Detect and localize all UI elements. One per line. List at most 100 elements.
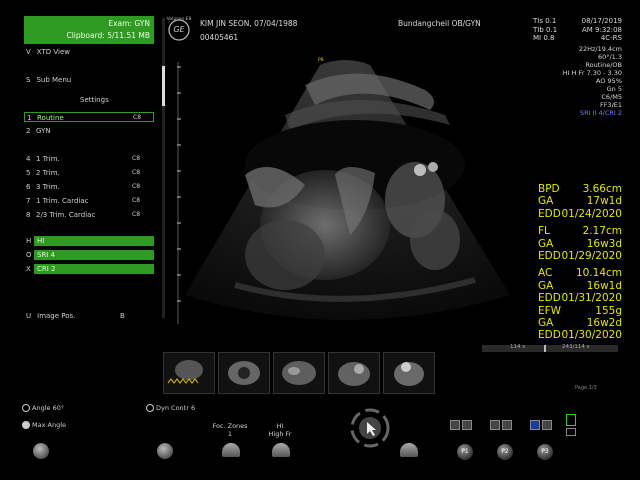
toggle-key: X xyxy=(26,265,31,273)
menu-label: 2/3 Trim. Cardiac xyxy=(36,211,96,219)
dyn-contrast-knob[interactable] xyxy=(157,443,173,459)
angle-label: Angle 60° xyxy=(32,404,65,412)
meas-value: 16w3d xyxy=(586,237,622,250)
param: Routine/OB xyxy=(585,61,622,69)
focus-zones-value: 1 xyxy=(227,430,233,438)
meas-label: GA xyxy=(538,279,554,292)
image-pos-value: B xyxy=(120,312,125,320)
toggle-sri[interactable]: O SRI 4 xyxy=(26,250,154,260)
scrollbar-thumb[interactable] xyxy=(162,66,165,106)
p2-button[interactable]: P2 xyxy=(497,444,513,460)
hi-value: High Fr xyxy=(268,430,292,438)
measurement-row: EDD 01/30/2020 xyxy=(538,329,622,341)
menu-item-gyn[interactable]: 2 GYN xyxy=(24,126,154,136)
meas-value: 16w2d xyxy=(586,317,622,330)
measurement-row: EDD 01/24/2020 xyxy=(538,208,622,220)
focus-zones-label: Foc. Zones xyxy=(212,422,248,430)
p1-button[interactable]: P1 xyxy=(457,444,473,460)
ultrasound-image[interactable] xyxy=(175,55,535,330)
menu-value: C8 xyxy=(132,169,141,176)
measurement-row: EDD 01/31/2020 xyxy=(538,292,622,304)
save-icon[interactable] xyxy=(542,420,552,430)
save-icon[interactable] xyxy=(502,420,512,430)
meas-label: GA xyxy=(538,237,554,250)
toggle-label: CRI 2 xyxy=(37,265,56,273)
dyn-contrast-label: Dyn Contr 6 xyxy=(156,404,196,412)
battery-icon xyxy=(566,414,576,426)
save-icon[interactable] xyxy=(462,420,472,430)
menu-value: C8 xyxy=(132,211,141,218)
image-pos-item[interactable]: U Image Pos. xyxy=(26,312,75,320)
print-icon[interactable] xyxy=(450,420,460,430)
toggle-cri[interactable]: X CRI 2 xyxy=(26,264,154,274)
cine-bar[interactable]: 114 s 243/114 s xyxy=(482,344,618,352)
menu-item-routine[interactable]: 1 Routine C8 xyxy=(24,112,154,122)
param: C6/M5 xyxy=(601,93,622,101)
update-button[interactable] xyxy=(400,443,418,457)
toggle-hi[interactable]: H HI xyxy=(26,236,154,246)
settings-heading: Settings xyxy=(80,96,109,104)
meas-value: 01/31/2020 xyxy=(561,292,622,305)
archive-icon[interactable] xyxy=(530,420,540,430)
sub-menu-item[interactable]: S Sub Menu xyxy=(26,76,71,84)
measurement-row: AC 10.14cm xyxy=(538,267,622,279)
hi-control[interactable]: HI High Fr xyxy=(262,422,298,438)
measurement-row: FL 2.17cm xyxy=(538,225,622,237)
patient-id: 00405461 xyxy=(200,33,239,42)
dyn-contrast-icon xyxy=(146,404,154,412)
menu-item-1-trim[interactable]: 4 1 Trim. C8 xyxy=(24,154,154,164)
meas-label: EDD xyxy=(538,250,561,263)
thumbnail[interactable] xyxy=(328,352,380,394)
angle-knob[interactable] xyxy=(33,443,49,459)
exam-label: Exam: GYN xyxy=(108,19,150,28)
datetime-block: 08/17/2019 AM 9:32:08 4C-RS xyxy=(582,17,622,43)
param: 60°/1.3 xyxy=(597,53,622,61)
patient-name-dob: KIM JIN SEON, 07/04/1988 xyxy=(200,19,298,28)
menu-value: C8 xyxy=(132,155,141,162)
meas-label: GA xyxy=(538,195,554,208)
thumbnail[interactable] xyxy=(163,352,215,394)
trackball[interactable] xyxy=(350,408,390,448)
hi-button[interactable] xyxy=(272,443,290,457)
cine-cursor[interactable] xyxy=(544,345,546,352)
measurement-row: EFW 155g xyxy=(538,305,622,317)
meas-value: 155g xyxy=(595,304,622,317)
menu-key: 7 xyxy=(26,197,31,205)
meas-value: 01/30/2020 xyxy=(561,329,622,342)
meas-label: EFW xyxy=(538,304,562,317)
menu-item-23-trim-cardiac[interactable]: 8 2/3 Trim. Cardiac C8 xyxy=(24,210,154,220)
thumbnail[interactable] xyxy=(218,352,270,394)
scale-marker: P8 xyxy=(318,58,324,63)
measurement-row: GA 16w3d xyxy=(538,238,622,250)
mi-value: MI 0.8 xyxy=(533,34,555,42)
logo-small-text: Voluson E8 xyxy=(166,17,192,22)
clipboard-label: Clipboard: 5/11.51 MB xyxy=(66,31,150,40)
focus-zones-control[interactable]: Foc. Zones 1 xyxy=(212,422,248,438)
menu-item-3-trim[interactable]: 6 3 Trim. C8 xyxy=(24,182,154,192)
sri-cri-value: SRI II 4/CRI 2 xyxy=(579,109,622,117)
meas-label: GA xyxy=(538,317,554,330)
menu-label: Routine xyxy=(37,114,64,122)
max-angle-control[interactable]: Max Angle xyxy=(22,421,66,429)
ge-logo: Voluson E8 GE xyxy=(166,16,192,42)
thumbnail[interactable] xyxy=(383,352,435,394)
focus-zones-button[interactable] xyxy=(222,443,240,457)
tis-value: TIs 0.1 xyxy=(533,17,557,25)
cine-frame: 114 s xyxy=(510,344,526,350)
probe-value: 4C-RS xyxy=(600,34,622,42)
time-value: AM 9:32:08 xyxy=(581,25,622,34)
menu-item-1-trim-cardiac[interactable]: 7 1 Trim. Cardiac C8 xyxy=(24,196,154,206)
p3-button[interactable]: P3 xyxy=(537,444,553,460)
param: Gn 5 xyxy=(606,85,622,93)
angle-control[interactable]: Angle 60° xyxy=(22,404,64,412)
param: AO 95% xyxy=(596,77,622,85)
menu-item-2-trim[interactable]: 5 2 Trim. C8 xyxy=(24,168,154,178)
meas-value: 3.66cm xyxy=(582,183,622,195)
thumbnail[interactable] xyxy=(273,352,325,394)
menu-scrollbar[interactable] xyxy=(162,18,165,318)
menu-label: 2 Trim. xyxy=(36,169,60,177)
print-icon[interactable] xyxy=(490,420,500,430)
xtd-view-item[interactable]: V XTD View xyxy=(26,48,70,56)
xtd-view-label: XTD View xyxy=(36,48,70,56)
dyn-contrast-control[interactable]: Dyn Contr 6 xyxy=(146,404,195,412)
